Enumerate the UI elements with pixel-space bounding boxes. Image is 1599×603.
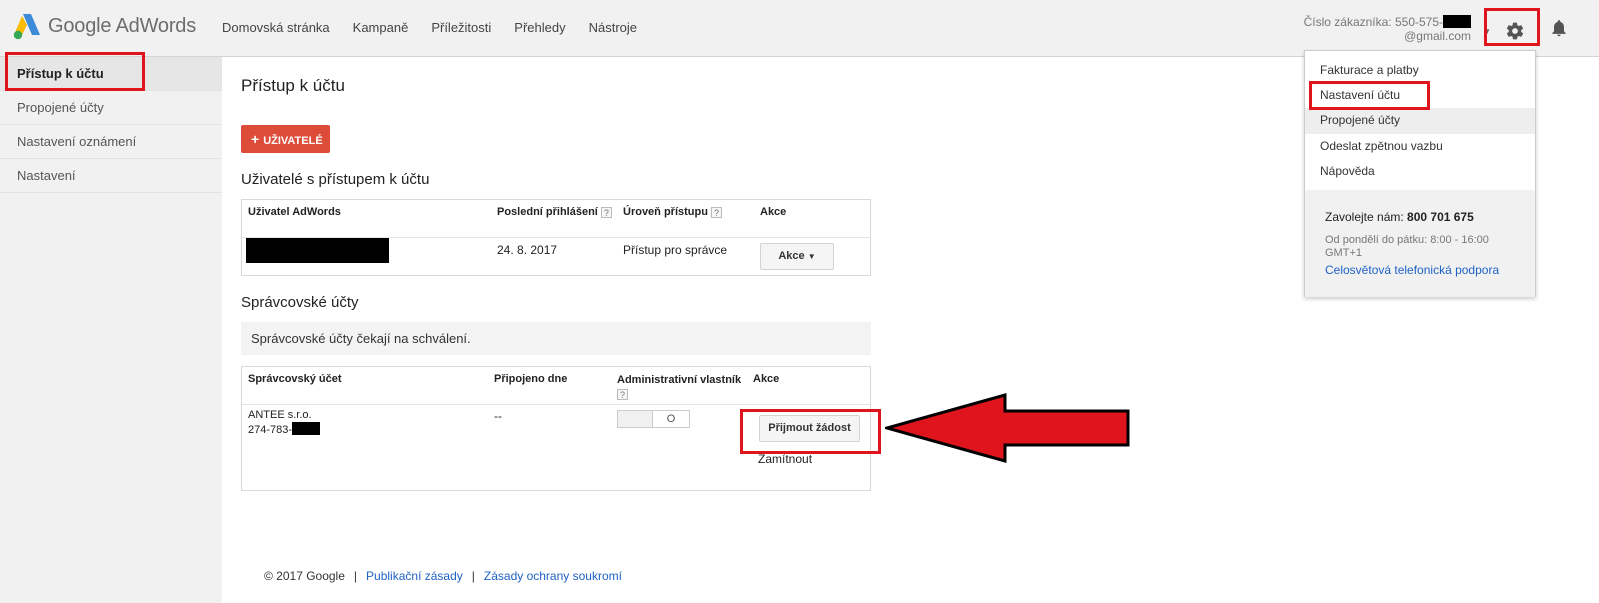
- redacted-id: [292, 422, 321, 435]
- managers-section-title: Správcovské účty: [241, 294, 359, 311]
- menu-support-panel: Zavolejte nám: 800 701 675 Od pondělí do…: [1305, 190, 1535, 297]
- col-last-login: Poslední přihlášení ?: [497, 206, 612, 218]
- manager-id: 274-783-: [248, 422, 321, 436]
- menu-item-linked-accounts[interactable]: Propojené účty: [1320, 113, 1400, 127]
- nav-tools[interactable]: Nástroje: [589, 20, 637, 35]
- support-hours: Od pondělí do pátku: 8:00 - 16:00 GMT+1: [1325, 234, 1489, 259]
- footer-divider: |: [471, 569, 475, 583]
- call-number: 800 701 675: [1407, 210, 1474, 224]
- logo-text[interactable]: Google AdWords: [48, 15, 196, 38]
- customer-email: @gmail.com: [1404, 29, 1471, 43]
- nav-reports[interactable]: Přehledy: [514, 20, 565, 35]
- users-section-title: Uživatelé s přístupem k účtu: [241, 171, 430, 188]
- col-connected-date: Připojeno dne: [494, 373, 568, 385]
- menu-item-feedback[interactable]: Odeslat zpětnou vazbu: [1320, 139, 1443, 153]
- redacted-user: [246, 238, 389, 263]
- main-nav: Domovská stránka Kampaně Příležitosti Př…: [222, 20, 660, 35]
- annotation-highlight-sidebar: [5, 52, 145, 91]
- support-link[interactable]: Celosvětová telefonická podpora: [1325, 263, 1499, 277]
- annotation-arrow-icon: [885, 393, 1130, 463]
- col-adwords-user: Uživatel AdWords: [248, 206, 341, 218]
- reject-link[interactable]: Zamítnout: [758, 452, 812, 466]
- connected-date-value: --: [494, 409, 502, 423]
- page-footer: © 2017 Google | Publikační zásady | Zásady o…: [264, 569, 622, 583]
- admin-owner-toggle[interactable]: O: [617, 410, 690, 428]
- manager-name: ANTEE s.r.o.: [248, 409, 312, 421]
- nav-opportunities[interactable]: Příležitosti: [431, 20, 491, 35]
- help-icon[interactable]: ?: [617, 389, 628, 400]
- page-title: Přístup k účtu: [241, 76, 345, 95]
- copyright: © 2017 Google: [264, 569, 345, 583]
- gear-icon: [1506, 22, 1524, 40]
- menu-item-billing[interactable]: Fakturace a platby: [1320, 63, 1419, 77]
- call-label: Zavolejte nám:: [1325, 210, 1404, 224]
- add-users-label: UŽIVATELÉ: [263, 135, 323, 147]
- nav-campaigns[interactable]: Kampaně: [353, 20, 409, 35]
- customer-info[interactable]: Číslo zákazníka: 550-575- @gmail.com: [1304, 15, 1471, 43]
- managers-table-header: Správcovský účet Připojeno dne Administr…: [242, 367, 870, 405]
- add-users-button[interactable]: + UŽIVATELÉ: [241, 125, 330, 153]
- col-manager-account: Správcovský účet: [248, 373, 342, 385]
- top-bar: Google AdWords Domovská stránka Kampaně …: [0, 0, 1599, 57]
- support-call: Zavolejte nám: 800 701 675: [1325, 210, 1474, 224]
- redacted-id: [1443, 15, 1471, 28]
- toggle-knob: O: [652, 411, 689, 427]
- users-table: Uživatel AdWords Poslední přihlášení ? Ú…: [241, 199, 871, 276]
- settings-button[interactable]: [1484, 8, 1540, 46]
- menu-item-help[interactable]: Nápověda: [1320, 164, 1375, 178]
- sidebar: Přístup k účtu Propojené účty Nastavení …: [0, 57, 222, 603]
- plus-icon: +: [251, 131, 260, 147]
- col-actions: Akce: [753, 373, 780, 385]
- bell-icon[interactable]: [1549, 18, 1569, 38]
- customer-id-label: Číslo zákazníka: 550-575-: [1303, 15, 1443, 29]
- annotation-highlight-account-settings: [1309, 81, 1430, 110]
- col-access-level: Úroveň přístupu ?: [623, 206, 723, 218]
- col-admin-owner: Administrativní vlastník?: [617, 374, 742, 400]
- sidebar-item-settings[interactable]: Nastavení: [0, 159, 222, 193]
- footer-divider: |: [353, 569, 358, 583]
- publishing-policy-link[interactable]: Publikační zásady: [366, 569, 463, 583]
- caret-down-icon: ▼: [807, 252, 816, 261]
- privacy-policy-link[interactable]: Zásady ochrany soukromí: [484, 569, 622, 583]
- actions-dropdown-button[interactable]: Akce ▼: [760, 243, 834, 270]
- help-icon[interactable]: ?: [600, 207, 612, 218]
- pending-approval-note: Správcovské účty čekají na schválení.: [241, 322, 871, 355]
- adwords-logo-icon[interactable]: [12, 13, 42, 41]
- sidebar-item-notification-settings[interactable]: Nastavení oznámení: [0, 125, 222, 159]
- users-table-header: Uživatel AdWords Poslední přihlášení ? Ú…: [242, 200, 870, 238]
- help-icon[interactable]: ?: [711, 207, 723, 218]
- col-actions: Akce: [760, 206, 787, 218]
- access-level-value: Přístup pro správce: [623, 243, 728, 257]
- sidebar-item-linked-accounts[interactable]: Propojené účty: [0, 91, 222, 125]
- nav-home[interactable]: Domovská stránka: [222, 20, 330, 35]
- last-login-value: 24. 8. 2017: [497, 243, 558, 257]
- annotation-highlight-accept: [740, 409, 881, 454]
